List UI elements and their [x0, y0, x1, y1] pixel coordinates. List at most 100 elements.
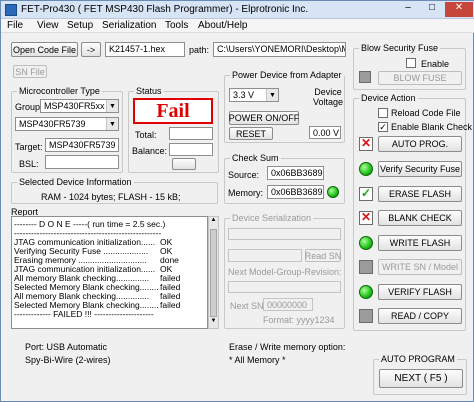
source-checksum-field: 0x06BB3689	[267, 166, 324, 180]
checksum-title: Check Sum	[230, 153, 281, 163]
target-field: MSP430FR5739	[45, 138, 119, 152]
path-label: path:	[189, 45, 210, 55]
success-led-icon	[359, 236, 373, 250]
inactive-indicator-icon	[359, 309, 373, 323]
measured-voltage-field: 0.00 V	[309, 126, 341, 139]
menu-file[interactable]: File	[7, 20, 23, 31]
inactive-indicator-icon	[359, 260, 373, 274]
reload-code-label: Reload Code File	[391, 108, 461, 118]
path-field: C:\Users\YONEMORI\Desktop\MX	[213, 42, 346, 57]
blow-fuse-title: Blow Security Fuse	[359, 43, 441, 53]
memory-label: Memory:	[228, 188, 264, 198]
power-title: Power Device from Adapter	[230, 70, 344, 80]
serialization-field-2	[228, 249, 302, 262]
maximize-button[interactable]: □	[421, 2, 443, 17]
memory-checksum-field: 0x06BB3689	[267, 185, 324, 199]
menu-tools[interactable]: Tools	[165, 20, 188, 31]
scroll-up-icon[interactable]: ▲	[209, 217, 218, 227]
x-mark-icon: ✕	[359, 210, 373, 225]
menu-bar: File View Setup Serialization Tools Abou…	[1, 19, 474, 33]
next-button[interactable]: NEXT ( F5 )	[379, 369, 463, 388]
device-select[interactable]: MSP430FR5739 ▼	[15, 117, 119, 131]
reload-code-checkbox[interactable]	[378, 108, 388, 118]
menu-serialization[interactable]: Serialization	[102, 20, 156, 31]
enable-fuse-checkbox[interactable]	[406, 58, 416, 68]
checksum-status-icon	[327, 186, 339, 198]
success-led-icon	[359, 162, 373, 176]
bsl-label: BSL:	[19, 159, 39, 169]
chevron-down-icon: ▼	[106, 100, 118, 112]
group-select-value: MSP430FR5xx	[44, 101, 105, 111]
blow-fuse-button[interactable]: BLOW FUSE	[378, 71, 462, 85]
interface-label: Spy-Bi-Wire (2-wires)	[25, 355, 111, 365]
format-label: Format: yyyy1234	[263, 315, 335, 325]
checkmark-icon: ✓	[359, 186, 373, 201]
main-window: FET-Pro430 ( FET MSP430 Flash Programmer…	[0, 0, 474, 402]
status-counter-button[interactable]	[172, 158, 196, 170]
bsl-field	[45, 155, 119, 169]
enable-fuse-label: Enable	[421, 59, 450, 69]
sn-file-button[interactable]: SN File	[13, 65, 47, 78]
blank-check-button[interactable]: BLANK CHECK	[378, 210, 462, 226]
read-sn-button[interactable]: Read SN	[305, 249, 341, 262]
group-label: Group:	[15, 102, 43, 112]
device-info-text: RAM - 1024 bytes; FLASH - 15 kB;	[41, 192, 181, 202]
next-model-label: Next Model-Group-Revision:	[228, 267, 342, 277]
reset-button[interactable]: RESET	[229, 127, 273, 140]
blank-check-checkbox[interactable]: ✓	[378, 122, 388, 132]
auto-program-title: AUTO PROGRAM	[379, 354, 457, 364]
auto-prog-button[interactable]: AUTO PROG.	[378, 136, 462, 152]
voltage-select[interactable]: 3.3 V ▼	[229, 88, 279, 102]
balance-label: Balance:	[132, 146, 168, 156]
write-flash-button[interactable]: WRITE FLASH	[378, 235, 462, 251]
microcontroller-title: Microcontroller Type	[17, 86, 102, 96]
chevron-down-icon: ▼	[106, 118, 118, 130]
menu-about-help[interactable]: About/Help	[198, 20, 247, 31]
read-copy-button[interactable]: READ / COPY	[378, 308, 462, 324]
app-icon	[5, 4, 17, 16]
balance-field	[169, 143, 213, 156]
report-scrollbar[interactable]: ▲ ▼	[208, 216, 219, 329]
minimize-button[interactable]: –	[397, 2, 419, 17]
erase-flash-button[interactable]: ERASE FLASH	[378, 186, 462, 202]
title-bar: FET-Pro430 ( FET MSP430 Flash Programmer…	[1, 1, 474, 19]
serialization-title: Device Serialization	[230, 213, 314, 223]
scroll-thumb[interactable]	[210, 229, 217, 317]
power-on-off-button[interactable]: POWER ON/OFF	[229, 111, 299, 125]
erase-option-label: Erase / Write memory option:	[229, 342, 346, 352]
filename-field: K21457-1.hex	[105, 42, 185, 57]
device-action-title: Device Action	[359, 93, 418, 103]
next-sn-field: 00000000	[263, 298, 313, 311]
write-sn-model-button[interactable]: WRITE SN / Model	[378, 259, 462, 275]
erase-option-value[interactable]: * All Memory *	[229, 355, 286, 365]
next-sn-label: Next SN:	[230, 301, 267, 311]
target-label: Target:	[15, 142, 43, 152]
close-button[interactable]: ✕	[445, 2, 473, 17]
menu-setup[interactable]: Setup	[67, 20, 93, 31]
device-select-value: MSP430FR5739	[19, 119, 86, 129]
verify-security-fuse-button[interactable]: Verify Security Fuse	[378, 161, 462, 177]
port-label: Port: USB Automatic	[25, 342, 108, 352]
report-line: ------------- FAILED !!! ---------------…	[14, 309, 154, 319]
total-field	[169, 127, 213, 140]
device-info-title: Selected Device Information	[17, 177, 134, 187]
window-title: FET-Pro430 ( FET MSP430 Flash Programmer…	[21, 4, 309, 15]
verify-flash-button[interactable]: VERIFY FLASH	[378, 284, 462, 300]
scroll-down-icon[interactable]: ▼	[209, 318, 218, 328]
arrow-button[interactable]: ->	[81, 42, 101, 57]
source-label: Source:	[228, 170, 260, 180]
serialization-field-1	[228, 228, 341, 240]
device-voltage-label: Device Voltage	[313, 87, 344, 107]
open-code-file-button[interactable]: Open Code File	[11, 42, 78, 57]
voltage-select-value: 3.3 V	[233, 90, 255, 100]
next-model-field	[228, 281, 341, 293]
chevron-down-icon: ▼	[266, 89, 278, 101]
status-result: Fail	[133, 98, 213, 124]
x-mark-icon: ✕	[359, 136, 373, 151]
success-led-icon	[359, 285, 373, 299]
status-title: Status	[134, 86, 164, 96]
total-label: Total:	[135, 130, 157, 140]
menu-view[interactable]: View	[37, 20, 59, 31]
group-select[interactable]: MSP430FR5xx ▼	[40, 99, 119, 113]
blow-fuse-status-icon	[359, 71, 371, 83]
